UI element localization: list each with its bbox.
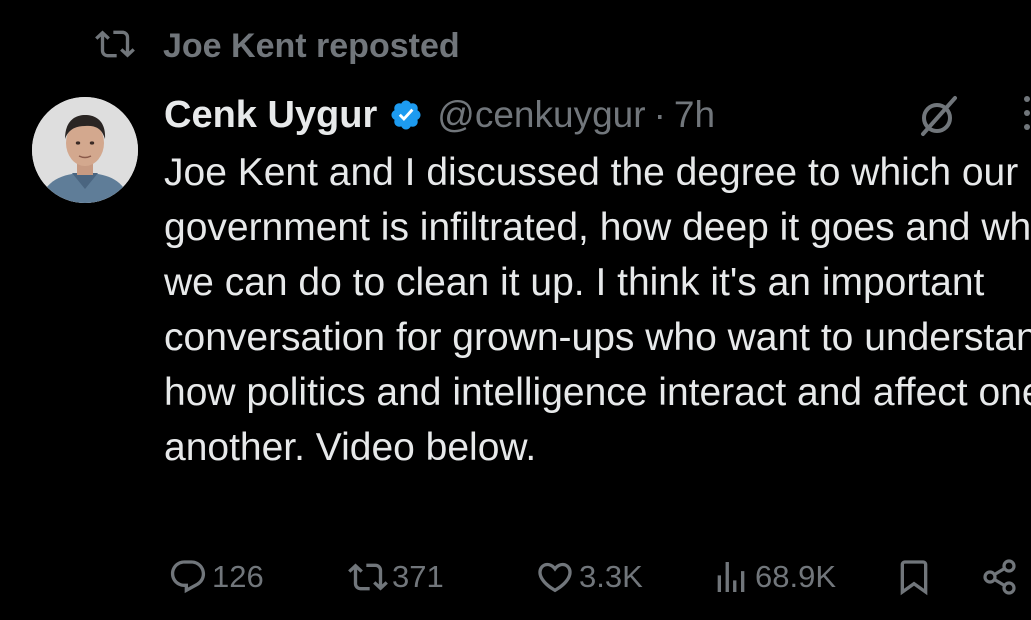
- author-handle[interactable]: @cenkuygur: [437, 94, 645, 136]
- repost-label[interactable]: Joe Kent reposted: [163, 27, 460, 66]
- avatar[interactable]: [32, 97, 138, 203]
- author-name[interactable]: Cenk Uygur: [164, 94, 377, 137]
- bookmark-button[interactable]: [894, 552, 934, 602]
- tweet-card[interactable]: Joe Kent reposted Cenk Uygur @cenkuygur …: [0, 0, 1031, 620]
- like-button[interactable]: 3.3K: [535, 552, 643, 602]
- repost-banner[interactable]: Joe Kent reposted: [95, 26, 460, 66]
- reply-button[interactable]: 126: [168, 552, 264, 602]
- views-button[interactable]: 68.9K: [711, 552, 836, 602]
- views-icon: [711, 557, 751, 597]
- tweet-header: Cenk Uygur @cenkuygur · 7h: [164, 92, 715, 138]
- repost-count: 371: [392, 559, 444, 594]
- reply-icon: [168, 557, 208, 597]
- share-icon: [980, 557, 1020, 597]
- share-button[interactable]: [980, 552, 1020, 602]
- verified-badge-icon: [389, 98, 423, 132]
- repost-button[interactable]: 371: [348, 552, 444, 602]
- bookmark-icon: [894, 557, 934, 597]
- separator-dot: ·: [653, 94, 666, 135]
- like-count: 3.3K: [579, 559, 643, 594]
- tweet-text: Joe Kent and I discussed the degree to w…: [164, 151, 1031, 469]
- action-bar: 126 371 3.3K 68.9K: [0, 552, 1031, 602]
- more-options-icon[interactable]: [1018, 96, 1031, 136]
- reply-count: 126: [212, 559, 264, 594]
- repost-icon: [348, 557, 388, 597]
- grok-icon[interactable]: [915, 92, 963, 140]
- timestamp[interactable]: 7h: [674, 94, 715, 136]
- heart-icon: [535, 557, 575, 597]
- repost-icon: [95, 24, 135, 69]
- views-count: 68.9K: [755, 559, 837, 594]
